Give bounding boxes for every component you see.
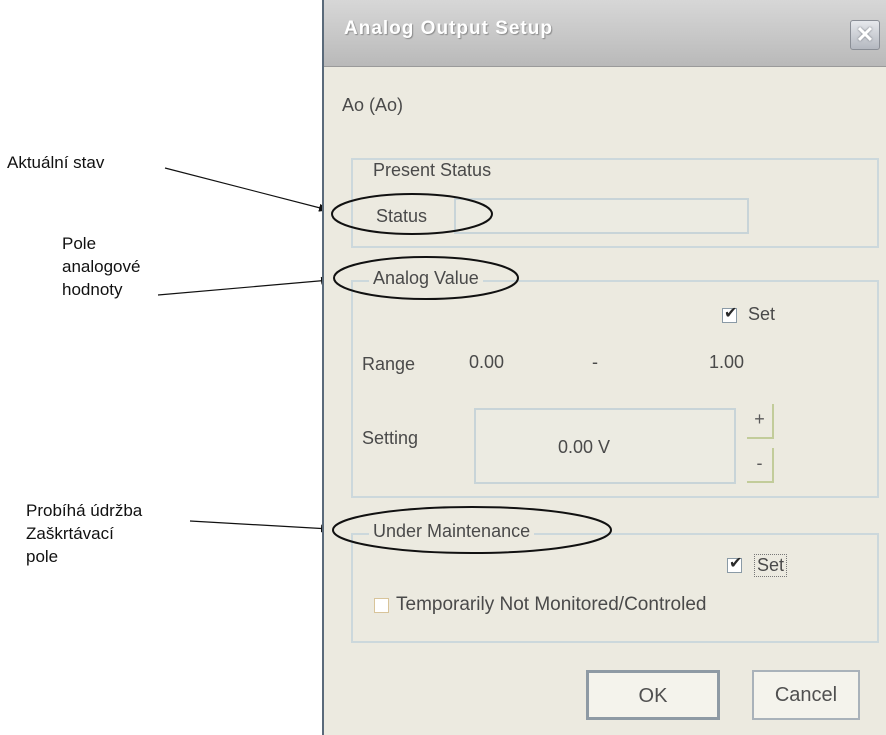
checkmark-icon: ✔ <box>724 305 738 322</box>
object-name: Ao (Ao) <box>342 95 404 115</box>
setting-input[interactable]: 0.00 V <box>474 408 736 484</box>
close-icon: ✕ <box>855 22 875 47</box>
analog-value-label: Analog Value <box>369 268 483 289</box>
analog-set-checkbox[interactable]: ✔ <box>722 305 738 323</box>
minus-icon: - <box>756 453 763 473</box>
setting-label: Setting <box>362 428 419 448</box>
arrow-analog-value <box>157 276 331 296</box>
title-bar[interactable]: Analog Output Setup ✕ <box>324 0 886 67</box>
arrow-under-maintenance <box>189 520 331 533</box>
maintenance-set-checkbox[interactable]: ✔ <box>727 555 743 573</box>
temporarily-not-monitored-checkbox[interactable] <box>374 598 389 613</box>
range-separator: - <box>592 352 598 372</box>
present-status-label: Present Status <box>369 160 496 181</box>
annotation-text: pole <box>26 547 59 566</box>
plus-icon: + <box>754 409 765 429</box>
annotation-text: Probíhá údržba <box>26 501 143 520</box>
annotation-analog-value: Pole analogové hodnoty <box>62 232 140 301</box>
range-label: Range <box>362 354 416 374</box>
annotation-text: Aktuální stav <box>7 153 105 172</box>
status-field <box>454 198 749 234</box>
setting-value: 0.00 V <box>558 437 611 457</box>
range-max: 1.00 <box>709 352 745 372</box>
analog-output-setup-dialog: Analog Output Setup ✕ Ao (Ao) Present St… <box>322 0 886 735</box>
under-maintenance-label: Under Maintenance <box>369 521 535 542</box>
cancel-button[interactable]: Cancel <box>752 670 860 720</box>
analog-set-label[interactable]: Set <box>748 304 775 325</box>
status-label: Status <box>376 206 428 226</box>
range-min: 0.00 <box>469 352 505 372</box>
ok-button[interactable]: OK <box>586 670 720 720</box>
temporarily-not-monitored-label[interactable]: Temporarily Not Monitored/Controled <box>396 594 706 616</box>
annotation-present-status: Aktuální stav <box>7 151 104 174</box>
annotation-under-maintenance: Probíhá údržba Zaškrtávací pole <box>26 499 142 568</box>
close-button[interactable]: ✕ <box>850 20 880 50</box>
dialog-title: Analog Output Setup <box>344 18 553 39</box>
arrow-status <box>164 167 329 212</box>
increment-button[interactable]: + <box>747 404 774 439</box>
checkmark-icon: ✔ <box>729 555 743 572</box>
annotation-text: Pole <box>62 234 97 253</box>
annotation-text: Zaškrtávací <box>26 524 114 543</box>
maintenance-set-label[interactable]: Set <box>754 554 788 577</box>
under-maintenance-group <box>351 533 879 643</box>
annotation-text: hodnoty <box>62 280 123 299</box>
decrement-button[interactable]: - <box>747 448 774 483</box>
annotation-text: analogové <box>62 257 141 276</box>
